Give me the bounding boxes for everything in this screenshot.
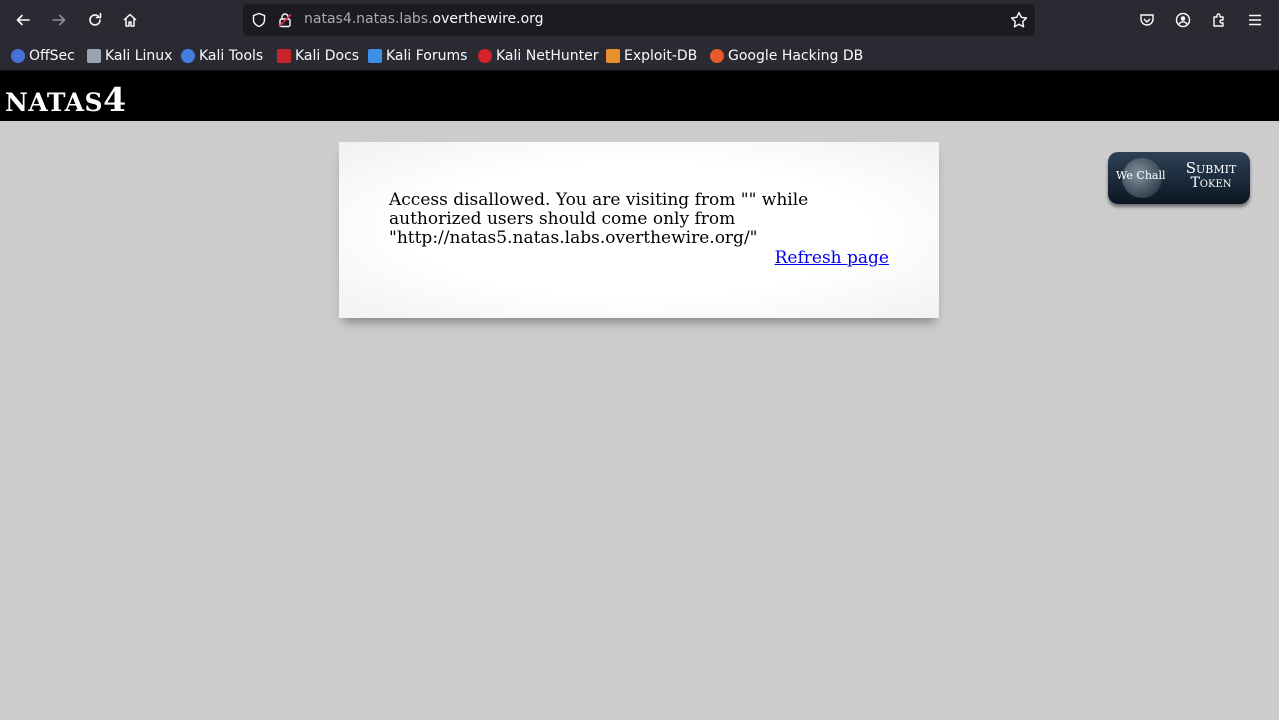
content-box: Access disallowed. You are visiting from…	[339, 142, 939, 318]
bookmark-offsec[interactable]: OffSec	[11, 47, 75, 65]
bookmark-label: Google Hacking DB	[728, 48, 864, 64]
bookmark-kali-linux[interactable]: Kali Linux	[87, 47, 172, 65]
site-title-prefix: NATAS	[5, 88, 104, 117]
back-button[interactable]	[9, 6, 37, 34]
pocket-button[interactable]	[1135, 8, 1159, 32]
refresh-page-link[interactable]: Refresh page	[775, 248, 889, 268]
site-header: NATAS4	[0, 71, 1279, 121]
site-title-number: 4	[103, 80, 127, 119]
account-button[interactable]	[1171, 8, 1195, 32]
kali-dragon-icon	[87, 49, 101, 63]
url-domain: overthewire.org	[432, 11, 544, 27]
forward-button[interactable]	[45, 6, 73, 34]
offsec-icon	[11, 49, 25, 63]
browser-toolbar: natas4.natas.labs.overthewire.org	[0, 0, 1279, 41]
bookmark-exploit-db[interactable]: Exploit-DB	[606, 47, 697, 65]
bookmark-label: Kali Docs	[295, 48, 360, 64]
wechall-logo: We Chall	[1116, 169, 1166, 182]
account-icon	[1175, 12, 1191, 28]
reload-icon	[89, 12, 102, 26]
bookmark-google-hacking-db[interactable]: Google Hacking DB	[710, 47, 863, 65]
url-prefix: natas4.natas.labs.	[304, 11, 433, 27]
bookmark-label: Kali Tools	[199, 48, 264, 64]
ghdb-icon	[710, 49, 724, 63]
kali-docs-icon	[277, 49, 291, 63]
shield-icon[interactable]	[251, 12, 267, 28]
submit-token-line2: Token	[1190, 175, 1232, 191]
bookmark-star-icon[interactable]	[1009, 10, 1029, 30]
bookmarks-bar: OffSec Kali Linux Kali Tools Kali Docs K…	[0, 41, 1279, 71]
nethunter-icon	[478, 49, 492, 63]
extensions-button[interactable]	[1207, 8, 1231, 32]
puzzle-icon	[1213, 13, 1224, 27]
home-button[interactable]	[116, 6, 144, 34]
menu-button[interactable]	[1243, 8, 1267, 32]
bookmark-label: Kali Linux	[105, 48, 173, 64]
arrow-right-icon	[52, 14, 66, 26]
bookmark-label: OffSec	[29, 48, 75, 64]
reload-button[interactable]	[81, 6, 109, 34]
kali-forums-icon	[368, 49, 382, 63]
arrow-left-icon	[16, 14, 30, 26]
kali-tools-icon	[181, 49, 195, 63]
submit-token-button[interactable]: We Chall Submit Token	[1108, 152, 1250, 204]
bookmark-label: Kali NetHunter	[496, 48, 599, 64]
bookmark-label: Exploit-DB	[624, 48, 698, 64]
bookmark-kali-tools[interactable]: Kali Tools	[181, 47, 263, 65]
site-title: NATAS4	[5, 80, 126, 119]
bookmark-kali-docs[interactable]: Kali Docs	[277, 47, 359, 65]
submit-token-label: Submit Token	[1180, 161, 1242, 191]
access-message: Access disallowed. You are visiting from…	[389, 190, 809, 248]
bookmark-kali-nethunter[interactable]: Kali NetHunter	[478, 47, 598, 65]
exploit-db-icon	[606, 49, 620, 63]
bookmark-label: Kali Forums	[386, 48, 468, 64]
bookmark-kali-forums[interactable]: Kali Forums	[368, 47, 467, 65]
home-icon	[123, 13, 137, 27]
insecure-lock-icon[interactable]	[277, 12, 293, 28]
pocket-icon	[1140, 14, 1154, 26]
url-text[interactable]: natas4.natas.labs.overthewire.org	[304, 11, 544, 27]
hamburger-menu-icon	[1249, 14, 1261, 26]
url-bar[interactable]: natas4.natas.labs.overthewire.org	[243, 4, 1035, 36]
submit-token-line1: Submit	[1185, 159, 1237, 177]
